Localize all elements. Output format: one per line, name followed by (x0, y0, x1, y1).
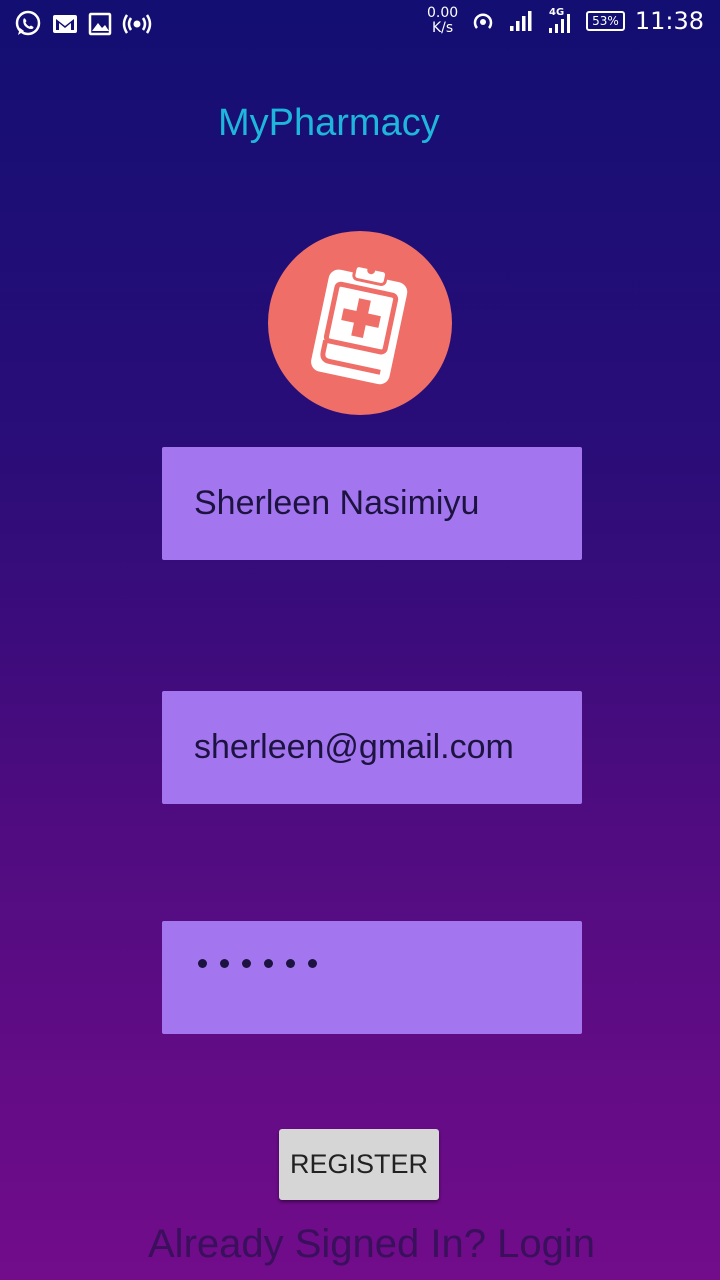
password-field[interactable] (162, 921, 582, 1034)
cell-signal-4g-icon: 4G (546, 6, 576, 36)
name-input[interactable] (194, 477, 564, 529)
network-speed: 0.00 K/s (427, 6, 458, 36)
password-mask (198, 959, 317, 968)
app-title: MyPharmacy (218, 102, 440, 144)
image-icon (88, 12, 112, 36)
gmail-icon (52, 13, 78, 35)
clock: 11:38 (634, 7, 704, 35)
net-speed-value: 0.00 (426, 5, 459, 21)
name-field[interactable] (162, 447, 582, 560)
battery-indicator: 53% (586, 11, 625, 31)
email-field[interactable] (162, 691, 582, 804)
medical-clipboard-icon (311, 264, 408, 385)
register-button[interactable]: REGISTER (279, 1129, 439, 1200)
login-link[interactable]: Already Signed In? Login (148, 1222, 595, 1267)
wifi-hotspot-signal-icon (468, 6, 498, 36)
cell-signal-icon (508, 9, 536, 33)
app-logo (268, 231, 452, 415)
status-bar: 0.00 K/s 4G 53% 11:38 (0, 0, 720, 48)
hotspot-icon (122, 12, 152, 36)
whatsapp-icon (14, 10, 42, 38)
email-input[interactable] (194, 721, 564, 773)
network-type-label: 4G (549, 7, 564, 18)
net-speed-unit: K/s (431, 20, 454, 36)
